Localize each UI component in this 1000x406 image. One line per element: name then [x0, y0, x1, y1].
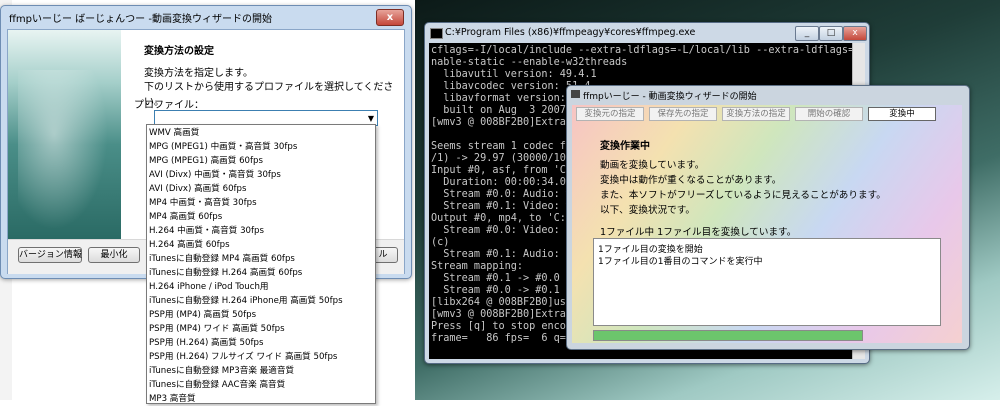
- close-icon[interactable]: x: [843, 26, 867, 41]
- tab-method[interactable]: 変換方法の指定: [722, 107, 790, 121]
- message-line-3: また、本ソフトがフリーズしているように見えることがあります。: [600, 190, 886, 201]
- dropdown-option[interactable]: AVI (Divx) 中画質・高音質 30fps: [149, 169, 281, 182]
- dropdown-option[interactable]: MP4 中画質・高音質 30fps: [149, 197, 257, 210]
- dropdown-option[interactable]: WMV 高画質: [149, 127, 199, 140]
- conversion-log[interactable]: 1ファイル目の変換を開始 1ファイル目の1番目のコマンドを実行中: [593, 238, 941, 326]
- version-info-button[interactable]: バージョン情報: [18, 247, 82, 263]
- dropdown-option[interactable]: H.264 iPhone / iPod Touch用: [149, 281, 269, 294]
- profile-dropdown-list[interactable]: WMV 高画質 MPG (MPEG1) 中画質・高音質 30fps MPG (M…: [146, 124, 376, 404]
- wizard-client: 変換元の指定 保存先の指定 変換方法の指定 開始の確認 変換中 変換作業中 動画…: [572, 105, 962, 343]
- console-line: Stream #0.1 -> #0.0: [431, 273, 560, 284]
- window-title: ffmpいーじー ばーじょんつー -動画変換ウィザードの開始: [9, 14, 272, 25]
- dropdown-option[interactable]: PSP用 (MP4) ワイド 高画質 50fps: [149, 323, 285, 336]
- tab-converting[interactable]: 変換中: [868, 107, 936, 121]
- console-line: [libx264 @ 008BF2B0]using: [431, 297, 585, 308]
- console-title: C:¥Program Files (x86)¥ffmpeagy¥cores¥ff…: [445, 27, 696, 38]
- description-line-1: 変換方法を指定します。: [144, 68, 253, 79]
- dropdown-option[interactable]: iTunesに自動登録 MP3音楽 最適音質: [149, 365, 294, 378]
- log-line: 1ファイル目の1番目のコマンドを実行中: [598, 257, 763, 267]
- minimize-icon[interactable]: _: [795, 26, 819, 41]
- console-line: /1) -> 29.97 (30000/1001): [431, 153, 585, 164]
- dropdown-option[interactable]: H.264 高画質 60fps: [149, 239, 230, 252]
- chevron-down-icon[interactable]: ▼: [368, 114, 374, 123]
- page-heading: 変換作業中: [600, 141, 650, 152]
- dropdown-option[interactable]: MP4 高画質 60fps: [149, 211, 222, 224]
- console-line: Stream #0.0 -> #0.1: [431, 285, 560, 296]
- dropdown-option[interactable]: H.264 中画質・高音質 30fps: [149, 225, 264, 238]
- progress-fill: [594, 331, 862, 340]
- file-progress-text: 1ファイル中 1ファイル目を変換しています。: [600, 227, 797, 238]
- maximize-icon[interactable]: □: [819, 26, 843, 41]
- close-button[interactable]: x: [376, 9, 404, 26]
- app-icon: [571, 90, 580, 98]
- wizard-window-converting: ffmpいーじー - 動画変換ウィザードの開始 変換元の指定 保存先の指定 変換…: [566, 85, 970, 350]
- dropdown-option[interactable]: MPG (MPEG1) 高画質 60fps: [149, 155, 263, 168]
- tab-confirm[interactable]: 開始の確認: [795, 107, 863, 121]
- progress-bar: [593, 330, 863, 341]
- tab-source[interactable]: 変換元の指定: [576, 107, 644, 121]
- console-icon: [430, 28, 443, 39]
- dropdown-option[interactable]: iTunesに自動登録 MP4 高画質 60fps: [149, 253, 295, 266]
- tab-destination[interactable]: 保存先の指定: [649, 107, 717, 121]
- dropdown-option[interactable]: MPG (MPEG1) 中画質・高音質 30fps: [149, 141, 297, 154]
- dropdown-option[interactable]: PSP用 (H.264) フルサイズ ワイド 高画質 50fps: [149, 351, 337, 364]
- dropdown-option[interactable]: PSP用 (H.264) 高画質 50fps: [149, 337, 263, 350]
- step-tabs: 変換元の指定 保存先の指定 変換方法の指定 開始の確認 変換中: [576, 107, 956, 123]
- window-title: ffmpいーじー - 動画変換ウィザードの開始: [583, 92, 757, 102]
- message-line-1: 動画を変換しています。: [600, 160, 705, 171]
- message-line-4: 以下、変換状況です。: [600, 205, 695, 216]
- wizard-side-image: [8, 30, 121, 239]
- console-line: Stream mapping:: [431, 261, 524, 272]
- profile-label: プロファイル：: [134, 100, 204, 111]
- console-line: cflags=-I/local/include --extra-ldflags=…: [431, 45, 853, 56]
- minimize-button[interactable]: 最小化: [88, 247, 140, 263]
- message-line-2: 変換中は動作が重くなることがあります。: [600, 175, 782, 186]
- dropdown-option[interactable]: iTunesに自動登録 H.264 高画質 60fps: [149, 267, 302, 280]
- page-heading: 変換方法の設定: [144, 46, 214, 57]
- console-line: (c): [431, 237, 450, 248]
- console-line: nable-static --enable-w32threads: [431, 57, 628, 68]
- dropdown-option[interactable]: iTunesに自動登録 H.264 iPhone用 高画質 50fps: [149, 295, 343, 308]
- dropdown-option[interactable]: PSP用 (MP4) 高画質 50fps: [149, 309, 256, 322]
- console-line: libavutil version: 49.4.1: [431, 69, 597, 80]
- dropdown-option[interactable]: iTunesに自動登録 AAC音楽 高音質: [149, 379, 285, 392]
- dropdown-option[interactable]: AVI (Divx) 高画質 60fps: [149, 183, 247, 196]
